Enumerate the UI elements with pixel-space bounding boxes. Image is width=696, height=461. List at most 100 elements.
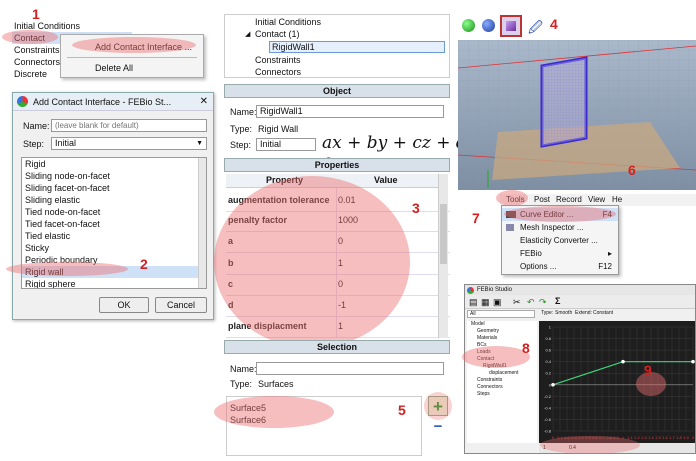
tree-item-displacement[interactable]: displacement	[467, 370, 537, 377]
type-label: Type:	[541, 310, 554, 316]
tree-item-connectors[interactable]: Connectors	[467, 384, 537, 391]
properties-scrollbar[interactable]	[438, 174, 448, 338]
cut-icon[interactable]: ✂	[513, 297, 521, 308]
y-tick-label: 0.4	[545, 359, 551, 364]
selection-name-label: Name:	[230, 364, 257, 374]
remove-selection-button[interactable]: −	[430, 419, 446, 434]
object-name-input[interactable]: RigidWall1	[256, 105, 444, 118]
tree-item-contact[interactable]: Contact (1)	[255, 29, 300, 39]
y-tick-label: 0.6	[545, 348, 551, 353]
selection-type-label: Type:	[230, 379, 253, 389]
ok-button[interactable]: OK	[99, 297, 149, 313]
chevron-down-icon: ▼	[196, 140, 203, 147]
y-tick-label: -0.4	[544, 405, 552, 410]
filter-all-select[interactable]: All	[467, 310, 535, 318]
tree-item-constraints[interactable]: Constraints	[255, 55, 301, 65]
list-item[interactable]: Rigid sphere	[22, 278, 206, 288]
tree-item-model[interactable]: Model	[467, 321, 537, 328]
object-type-value: Rigid Wall	[258, 124, 299, 134]
copy-icon[interactable]: ▣	[493, 297, 502, 308]
list-item[interactable]: Tied node-on-facet	[22, 206, 206, 218]
menu-options[interactable]: Options ... F12	[502, 260, 618, 273]
menu-view[interactable]: View	[588, 195, 605, 204]
y-tick-label: -0.8	[544, 429, 552, 434]
tree-item-constraints[interactable]: Constraints	[467, 377, 537, 384]
highlight-tools	[496, 190, 528, 206]
rigid-wall-tool-icon[interactable]	[500, 15, 522, 37]
properties-header[interactable]: Properties	[224, 158, 450, 172]
x-tick-label: 1.3	[641, 435, 647, 440]
pencil-icon[interactable]: 🖉	[528, 17, 543, 41]
list-item[interactable]: Sticky	[22, 242, 206, 254]
filter-row: All Type: Smooth Extend: Constant	[465, 309, 695, 319]
list-item[interactable]: Tied facet-on-facet	[22, 218, 206, 230]
object-step-select[interactable]: Initial	[256, 138, 316, 151]
y-tick-label: -0.6	[544, 417, 552, 422]
object-name-label: Name:	[230, 107, 257, 117]
object-step-label: Step:	[230, 140, 252, 150]
add-contact-dialog: Add Contact Interface - FEBio St... ✕ Na…	[12, 92, 214, 320]
y-tick-label: 1	[549, 325, 552, 330]
tree-item-geometry[interactable]: Geometry	[467, 328, 537, 335]
list-item[interactable]: Rigid	[22, 158, 206, 170]
step-number-1: 1	[32, 6, 40, 22]
highlight-properties	[214, 176, 410, 348]
curve-point	[621, 359, 625, 364]
model-tree-middle: Initial Conditions ◢ Contact (1) RigidWa…	[224, 14, 450, 78]
col-value: Value	[374, 175, 398, 185]
blue-sphere-icon[interactable]	[482, 19, 495, 32]
list-item[interactable]: Sliding elastic	[22, 194, 206, 206]
scene-render	[457, 40, 696, 190]
tree-item-connectors[interactable]: Connectors	[255, 67, 301, 77]
toolbar-3d: 🖉	[458, 14, 548, 38]
list-item[interactable]: Sliding facet-on-facet	[22, 182, 206, 194]
menu-febio[interactable]: FEBio ▸	[502, 247, 618, 260]
type-select[interactable]: Smooth	[555, 310, 572, 316]
save-icon[interactable]: ▦	[481, 297, 490, 308]
x-tick-label: 1.4	[648, 435, 654, 440]
highlight-contact	[2, 30, 58, 44]
object-header[interactable]: Object	[224, 84, 450, 98]
extend-select[interactable]: Constant	[593, 310, 613, 316]
highlight-xaxis	[540, 436, 640, 454]
menu-help[interactable]: He	[612, 195, 622, 204]
tree-item-steps[interactable]: Steps	[467, 391, 537, 398]
x-tick-label: 1.6	[662, 435, 668, 440]
close-icon[interactable]: ✕	[200, 93, 208, 111]
3d-viewport[interactable]	[457, 40, 696, 190]
menu-record[interactable]: Record	[556, 195, 582, 204]
curve-plot-svg: 0 0.1 0.2 0.3 0.4 0.5 0.6 0.7 0.8 0.9 1 1.1 1.2 1.3 1.…	[544, 325, 695, 441]
cancel-button[interactable]: Cancel	[155, 297, 207, 313]
step-number-8: 8	[522, 340, 530, 356]
menu-delete-all[interactable]: Delete All	[61, 60, 203, 76]
list-item[interactable]: Tied elastic	[22, 230, 206, 242]
sigma-icon[interactable]: Σ	[555, 296, 560, 306]
new-icon[interactable]: ▤	[469, 297, 478, 308]
list-item[interactable]: Sliding node-on-facet	[22, 170, 206, 182]
tree-item-rigidwall1[interactable]: RigidWall1	[269, 41, 445, 53]
curve-point	[551, 382, 555, 387]
highlight-surfaces	[214, 396, 334, 428]
green-sphere-icon[interactable]	[462, 19, 475, 32]
x-tick-label: 1.8	[676, 435, 682, 440]
selection-name-input[interactable]	[256, 362, 444, 375]
curve-point	[691, 359, 695, 364]
selection-type-value: Surfaces	[258, 379, 294, 389]
dialog-name-input[interactable]	[51, 119, 207, 132]
redo-icon[interactable]: ↷	[539, 297, 547, 308]
list-scrollbar[interactable]	[198, 158, 206, 288]
dialog-step-select[interactable]: Initial ▼	[51, 137, 207, 150]
tree-item-initial-conditions[interactable]: Initial Conditions	[255, 17, 321, 27]
undo-icon[interactable]: ↶	[527, 297, 535, 308]
febio-toolbar: ▤ ▦ ▣ ✂ ↶ ↷ Σ	[465, 295, 695, 309]
menu-elasticity-converter[interactable]: Elasticity Converter ...	[502, 234, 618, 247]
menu-post[interactable]: Post	[534, 195, 550, 204]
selection-header[interactable]: Selection	[224, 340, 450, 354]
x-tick-label: 1.9	[683, 435, 689, 440]
mesh-inspector-icon	[506, 224, 514, 231]
step-number-3: 3	[412, 200, 420, 216]
menu-mesh-inspector[interactable]: Mesh Inspector ...	[502, 221, 618, 234]
curve-plot[interactable]: 0 0.1 0.2 0.3 0.4 0.5 0.6 0.7 0.8 0.9 1 1.1 1.2 1.3 1.…	[539, 321, 695, 443]
y-tick-label: -0.2	[544, 394, 552, 399]
step-number-7: 7	[472, 210, 480, 226]
